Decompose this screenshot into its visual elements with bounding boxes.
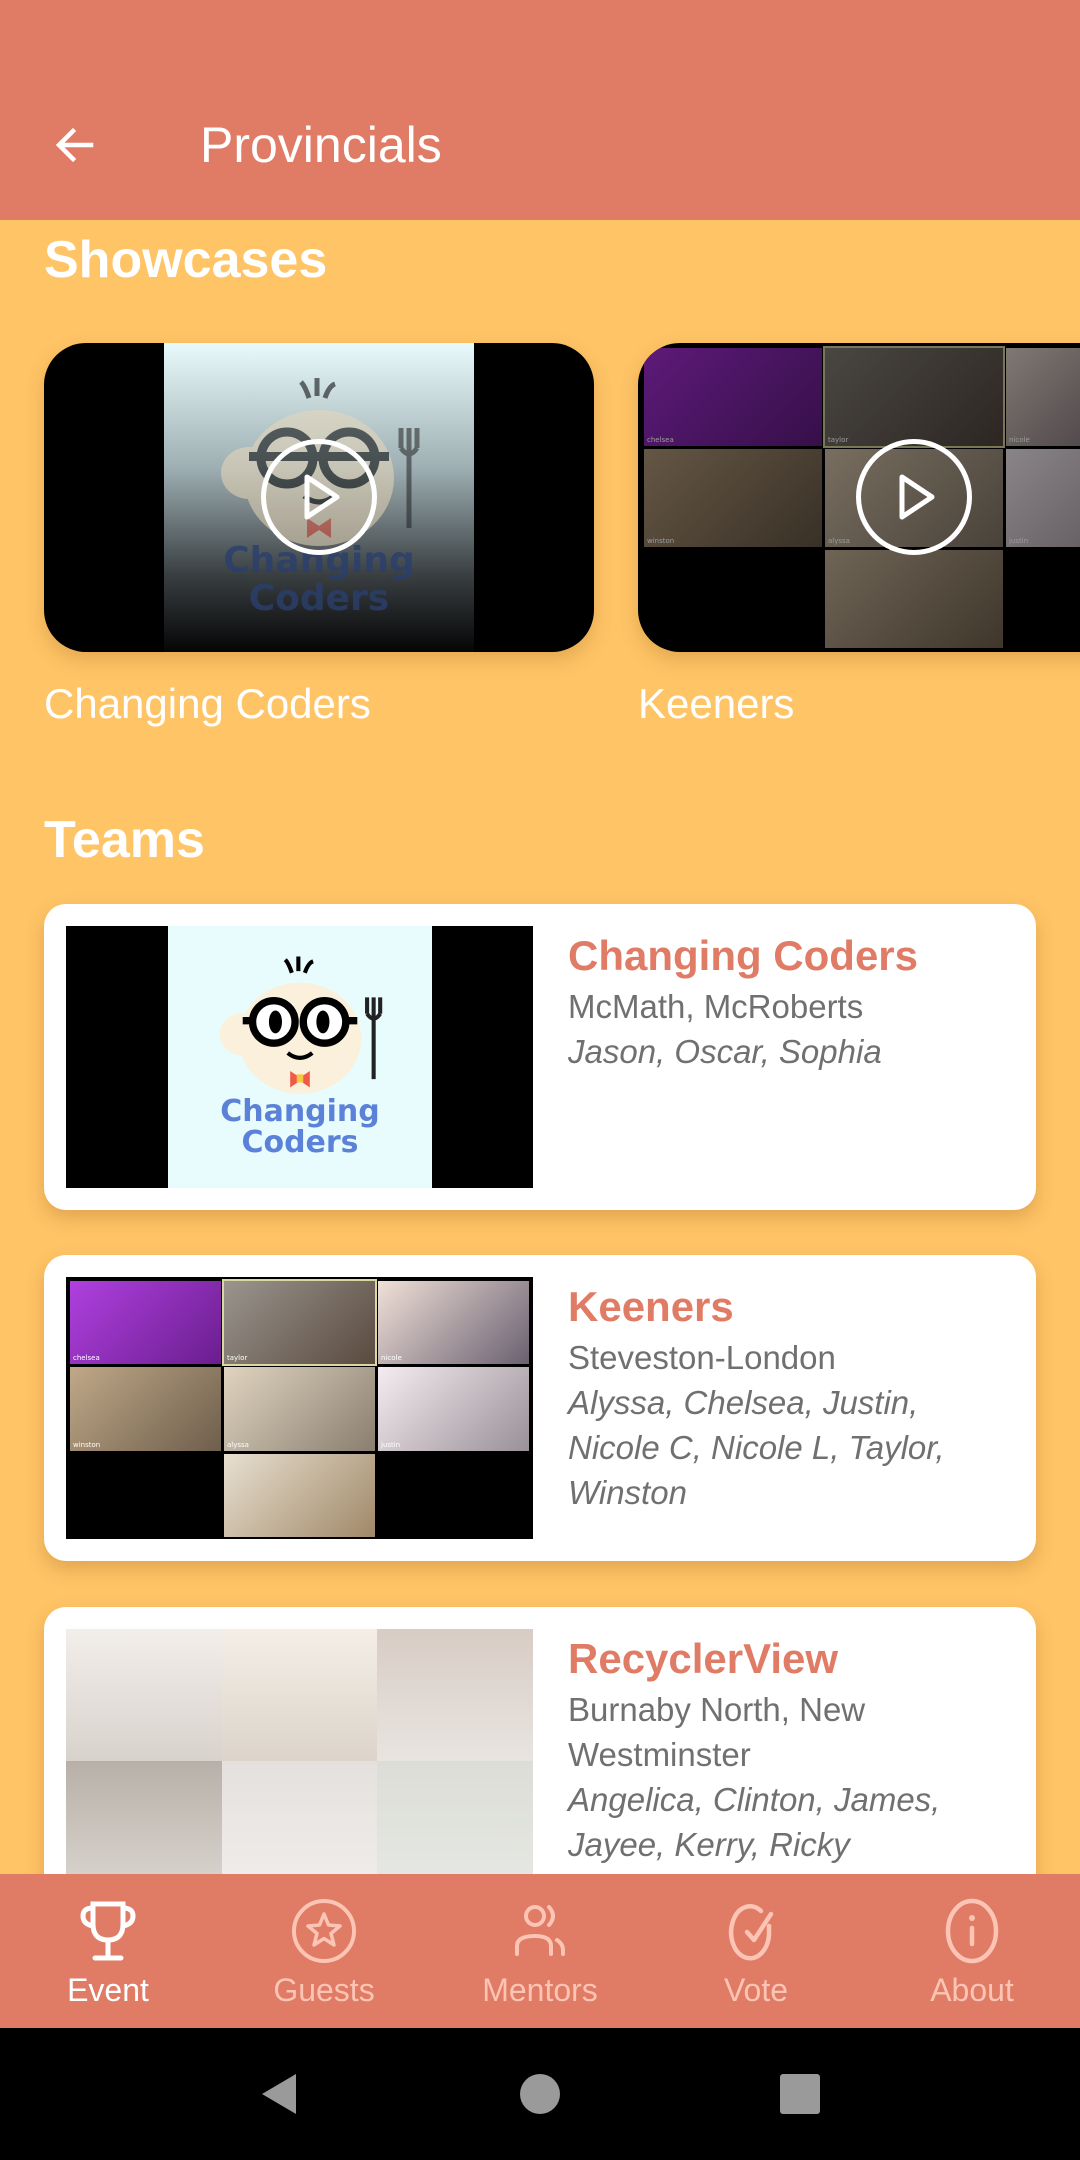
empty-tile xyxy=(1006,550,1080,648)
play-button[interactable] xyxy=(856,439,972,555)
arrow-left-icon xyxy=(55,127,94,163)
nav-label: About xyxy=(930,1972,1014,2008)
logo-line-2: Coders xyxy=(248,577,390,619)
keeners-video-call: chelsea taylor nicole winston alyssa jus… xyxy=(70,1278,529,1537)
event-content[interactable]: Showcases Changing Coders Changing Coder… xyxy=(0,220,1080,1874)
participant-tile: chelsea xyxy=(644,348,822,446)
empty-tile xyxy=(644,550,822,648)
changing-coders-logo: Changing Coders xyxy=(168,926,432,1188)
team-card-keeners[interactable]: chelsea taylor nicole winston alyssa jus… xyxy=(44,1255,1036,1561)
app-bar: Provincials xyxy=(0,0,1080,220)
participant-tile: nicole xyxy=(378,1281,529,1365)
participant-tile: taylor xyxy=(222,1278,377,1367)
empty-tile xyxy=(378,1453,529,1537)
participant-name: taylor xyxy=(828,436,849,444)
showcases-heading: Showcases xyxy=(44,231,328,289)
participant-name: alyssa xyxy=(828,537,850,545)
team-card-changing-coders[interactable]: Changing Coders Changing Coders McMath, … xyxy=(44,904,1036,1210)
home-circle-icon xyxy=(520,2074,560,2114)
system-recents-button[interactable] xyxy=(760,2054,840,2134)
participant-name: chelsea xyxy=(73,1354,100,1363)
team-name: Changing Coders xyxy=(568,932,919,979)
system-navigation-bar xyxy=(0,2028,1080,2160)
star-circle-icon xyxy=(292,1899,356,1963)
team-info: Changing Coders McMath, McRoberts Jason,… xyxy=(568,928,1016,1074)
participant-name: winston xyxy=(73,1440,101,1449)
participant-tile: winston xyxy=(70,1367,221,1451)
team-name: Keeners xyxy=(568,1283,734,1330)
people-icon xyxy=(515,1905,565,1956)
team-info: Keeners Steveston-London Alyssa, Chelsea… xyxy=(568,1279,1016,1515)
team-school: Burnaby North, New Westminster xyxy=(568,1691,866,1773)
participant-name: alyssa xyxy=(227,1440,249,1449)
team-image: Changing Coders xyxy=(66,926,533,1188)
page-title: Provincials xyxy=(200,117,442,173)
nav-item-mentors[interactable]: Mentors xyxy=(432,1874,648,2028)
nav-label: Event xyxy=(67,1972,149,2008)
trophy-icon xyxy=(80,1901,136,1961)
check-circle-icon xyxy=(728,1904,774,1961)
back-button[interactable] xyxy=(40,110,110,180)
participant-name: winston xyxy=(647,537,675,545)
participant-tile: justin xyxy=(1006,449,1080,547)
logo-line-1: Changing xyxy=(220,1093,380,1129)
play-button[interactable] xyxy=(261,439,377,555)
participant-name: chelsea xyxy=(647,436,674,444)
bottom-navigation: Event Guests Mentors Vote About xyxy=(0,1874,1080,2028)
team-photo-grid xyxy=(66,1629,533,1874)
participant-name: justin xyxy=(381,1440,401,1449)
mascot-icon xyxy=(219,955,383,1094)
nav-label: Vote xyxy=(723,1972,789,2008)
play-circle-icon xyxy=(899,474,935,520)
member-photo xyxy=(66,1629,222,1761)
team-members: Alyssa, Chelsea, Justin, Nicole C, Nicol… xyxy=(568,1384,945,1511)
participant-tile: chelsea xyxy=(70,1281,221,1365)
nav-item-about[interactable]: About xyxy=(864,1874,1080,2028)
member-photo xyxy=(377,1761,533,1874)
empty-tile xyxy=(70,1453,221,1537)
participant-name: taylor xyxy=(227,1354,248,1363)
member-photo xyxy=(66,1761,222,1874)
participant-name: nicole xyxy=(381,1354,402,1363)
team-image xyxy=(66,1629,533,1874)
showcase-caption: Keeners xyxy=(638,680,795,727)
showcase-caption: Changing Coders xyxy=(44,680,371,727)
participant-name: justin xyxy=(1009,537,1029,545)
teams-heading: Teams xyxy=(44,811,205,869)
participant-tile: winston xyxy=(644,449,822,547)
team-school: McMath, McRoberts xyxy=(568,988,864,1025)
participant-tile xyxy=(825,550,1003,648)
play-circle-icon xyxy=(304,474,340,520)
participant-name: nicole xyxy=(1009,436,1030,444)
system-home-button[interactable] xyxy=(500,2054,580,2134)
participant-tile: taylor xyxy=(823,346,1005,448)
recents-square-icon xyxy=(780,2074,820,2114)
logo-line-2: Coders xyxy=(241,1125,359,1160)
team-members: Jason, Oscar, Sophia xyxy=(568,1033,882,1070)
back-triangle-icon xyxy=(262,2074,296,2114)
member-photo xyxy=(221,1629,378,1761)
team-image: chelsea taylor nicole winston alyssa jus… xyxy=(66,1277,533,1539)
nav-item-vote[interactable]: Vote xyxy=(648,1874,864,2028)
team-info: RecyclerView Burnaby North, New Westmins… xyxy=(568,1631,1016,1867)
nav-label: Mentors xyxy=(482,1972,598,2008)
participant-tile: justin xyxy=(378,1367,529,1451)
participant-tile: alyssa xyxy=(224,1367,375,1451)
team-school: Steveston-London xyxy=(568,1339,836,1376)
system-back-button[interactable] xyxy=(240,2054,320,2134)
participant-tile: nicole xyxy=(1006,348,1080,446)
nav-label: Guests xyxy=(273,1972,375,2008)
showcase-video-changing-coders[interactable]: Changing Coders xyxy=(44,343,594,652)
member-photo xyxy=(377,1629,533,1761)
team-name: RecyclerView xyxy=(568,1635,839,1682)
showcase-video-keeners[interactable]: chelsea taylor nicole winston alyssa jus… xyxy=(638,343,1080,652)
team-card-recyclerview[interactable]: RecyclerView Burnaby North, New Westmins… xyxy=(44,1607,1036,1874)
nav-item-event[interactable]: Event xyxy=(0,1874,216,2028)
info-circle-icon xyxy=(945,1898,999,1964)
nav-item-guests[interactable]: Guests xyxy=(216,1874,432,2028)
member-photo xyxy=(221,1761,378,1874)
team-members: Angelica, Clinton, James, Jayee, Kerry, … xyxy=(568,1781,941,1863)
participant-tile xyxy=(224,1453,375,1537)
